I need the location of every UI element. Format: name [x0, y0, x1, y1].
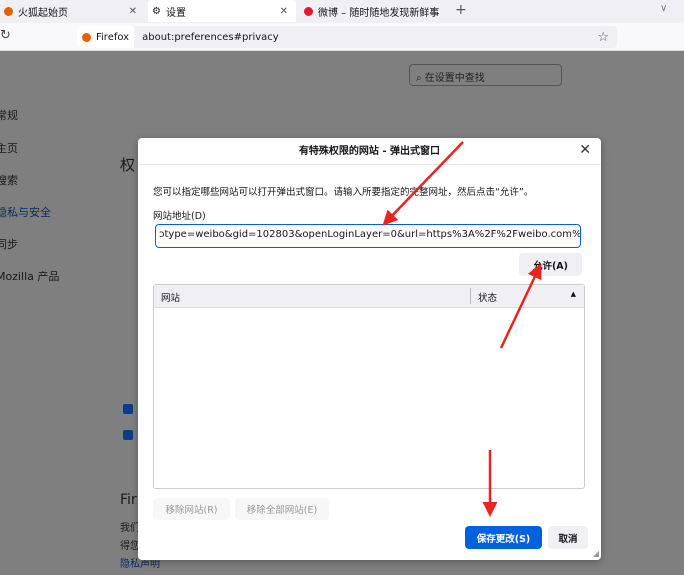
arrow-to-input — [382, 141, 464, 226]
annotation-arrows — [382, 141, 542, 517]
arrow-to-allow — [499, 263, 542, 349]
